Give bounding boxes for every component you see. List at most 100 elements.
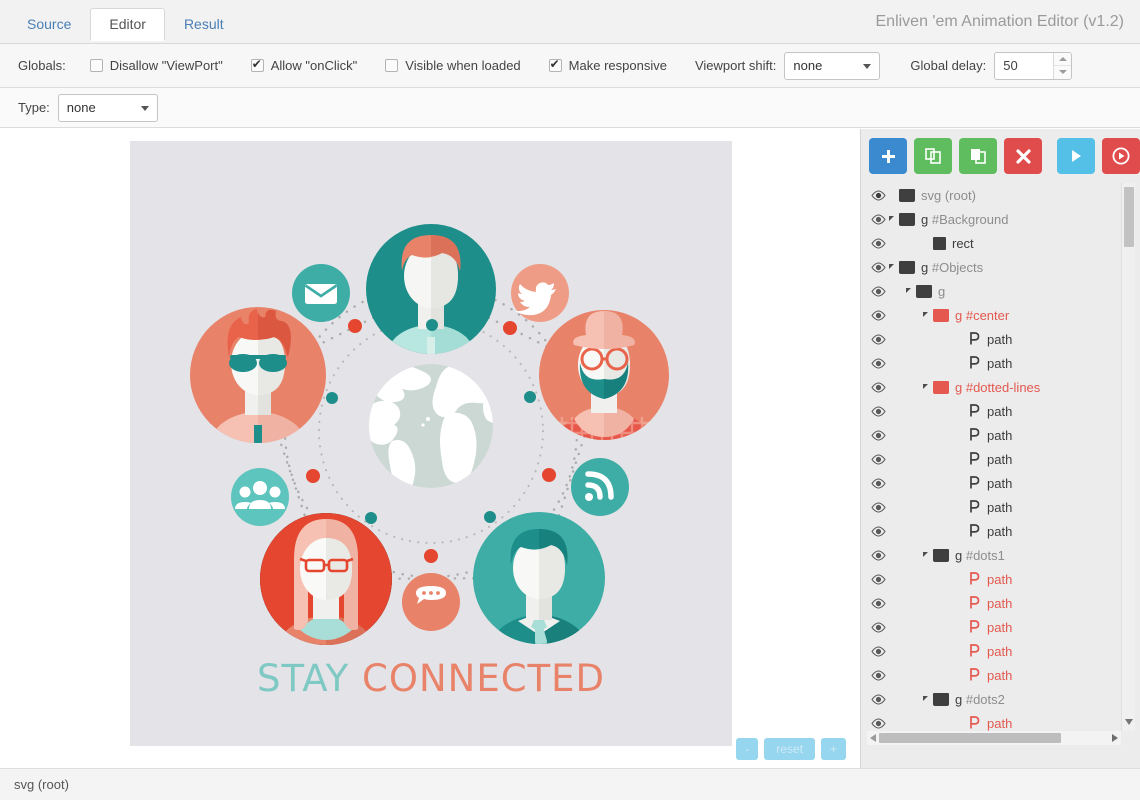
tree-row[interactable]: path — [867, 327, 1121, 351]
scrollbar-thumb[interactable] — [1124, 187, 1134, 247]
type-bar: Type: none — [0, 88, 1140, 128]
tree-row[interactable]: g #center — [867, 303, 1121, 327]
expand-collapse-icon[interactable] — [889, 216, 894, 221]
expand-collapse-icon[interactable] — [923, 696, 928, 701]
tree-row-list[interactable]: svg (root)g #Backgroundrectg #Objectsgg … — [867, 183, 1121, 731]
tree-row[interactable]: path — [867, 663, 1121, 687]
tree-row[interactable]: g #Objects — [867, 255, 1121, 279]
expand-collapse-icon[interactable] — [923, 552, 928, 557]
tab-result[interactable]: Result — [165, 8, 243, 40]
canvas-area[interactable]: STAY CONNECTED - reset + — [0, 129, 860, 768]
tree-row[interactable]: g #dots1 — [867, 543, 1121, 567]
tree-row[interactable]: path — [867, 591, 1121, 615]
tree-row[interactable]: path — [867, 351, 1121, 375]
checkbox-box[interactable] — [90, 59, 103, 72]
tree-row-label: path — [987, 404, 1012, 419]
tree-row[interactable]: path — [867, 447, 1121, 471]
eye-icon[interactable] — [867, 454, 889, 465]
tree-row[interactable]: path — [867, 495, 1121, 519]
eye-icon[interactable] — [867, 478, 889, 489]
zoom-out-button[interactable]: - — [736, 738, 758, 760]
eye-icon[interactable] — [867, 430, 889, 441]
checkbox-visible-when-loaded[interactable]: Visible when loaded — [385, 58, 520, 73]
tree-row-label: path — [987, 332, 1012, 347]
eye-icon[interactable] — [867, 262, 889, 273]
tree-row[interactable]: path — [867, 567, 1121, 591]
global-delay-value[interactable]: 50 — [995, 53, 1053, 79]
global-delay-stepper[interactable]: 50 — [994, 52, 1072, 80]
eye-icon[interactable] — [867, 238, 889, 249]
zoom-reset-button[interactable]: reset — [764, 738, 815, 760]
eye-icon[interactable] — [867, 334, 889, 345]
type-select[interactable]: none — [58, 94, 158, 122]
svg-artboard[interactable]: STAY CONNECTED — [130, 141, 732, 746]
path-shape-icon — [967, 716, 981, 731]
eye-icon[interactable] — [867, 670, 889, 681]
eye-icon[interactable] — [867, 718, 889, 729]
checkbox-make-responsive[interactable]: Make responsive — [549, 58, 667, 73]
spinner-down-button[interactable] — [1054, 66, 1071, 79]
eye-icon[interactable] — [867, 406, 889, 417]
arrow-right-icon[interactable] — [1112, 734, 1118, 742]
eye-icon[interactable] — [867, 622, 889, 633]
path-shape-icon — [967, 428, 981, 443]
viewport-shift-value: none — [793, 58, 822, 73]
tree-row[interactable]: path — [867, 471, 1121, 495]
checkbox-box[interactable] — [251, 59, 264, 72]
play-button[interactable] — [1057, 138, 1095, 174]
eye-icon[interactable] — [867, 382, 889, 393]
eye-icon[interactable] — [867, 358, 889, 369]
eye-icon[interactable] — [867, 694, 889, 705]
svg-tree-panel[interactable]: svg (root)g #Backgroundrectg #Objectsgg … — [867, 183, 1135, 745]
checkbox-disallow-viewport[interactable]: Disallow "ViewPort" — [90, 58, 223, 73]
zoom-in-button[interactable]: + — [821, 738, 846, 760]
tree-row-label: g #dots1 — [955, 548, 1005, 563]
tree-row[interactable]: path — [867, 399, 1121, 423]
checkbox-box[interactable] — [549, 59, 562, 72]
expand-collapse-icon[interactable] — [923, 384, 928, 389]
checkbox-box[interactable] — [385, 59, 398, 72]
spinner-up-button[interactable] — [1054, 53, 1071, 67]
scrollbar-track[interactable] — [879, 733, 1109, 743]
delete-button[interactable] — [1004, 138, 1042, 174]
tree-row-label: path — [987, 716, 1012, 731]
tree-row[interactable]: path — [867, 639, 1121, 663]
eye-icon[interactable] — [867, 310, 889, 321]
eye-icon[interactable] — [867, 502, 889, 513]
tree-row[interactable]: path — [867, 711, 1121, 731]
tree-row[interactable]: g #dots2 — [867, 687, 1121, 711]
eye-icon[interactable] — [867, 550, 889, 561]
tree-row[interactable]: path — [867, 615, 1121, 639]
paste-button[interactable] — [959, 138, 997, 174]
chevron-down-icon[interactable] — [1125, 719, 1133, 725]
tree-row[interactable]: g — [867, 279, 1121, 303]
arrow-left-icon[interactable] — [870, 734, 876, 742]
tree-vertical-scrollbar[interactable] — [1121, 183, 1135, 731]
tree-row[interactable]: rect — [867, 231, 1121, 255]
eye-icon[interactable] — [867, 598, 889, 609]
duplicate-button[interactable] — [914, 138, 952, 174]
checkbox-allow-onclick[interactable]: Allow "onClick" — [251, 58, 358, 73]
tree-row[interactable]: path — [867, 423, 1121, 447]
eye-icon[interactable] — [867, 190, 889, 201]
tree-row[interactable]: path — [867, 519, 1121, 543]
eye-icon[interactable] — [867, 574, 889, 585]
eye-icon[interactable] — [867, 646, 889, 657]
tree-row[interactable]: g #dotted-lines — [867, 375, 1121, 399]
spinner-buttons[interactable] — [1053, 53, 1071, 79]
eye-icon[interactable] — [867, 286, 889, 297]
expand-collapse-icon[interactable] — [889, 264, 894, 269]
eye-icon[interactable] — [867, 214, 889, 225]
expand-collapse-icon[interactable] — [923, 312, 928, 317]
tab-editor[interactable]: Editor — [90, 8, 165, 40]
scrollbar-thumb[interactable] — [879, 733, 1061, 743]
tree-horizontal-scrollbar[interactable] — [867, 731, 1121, 745]
eye-icon[interactable] — [867, 526, 889, 537]
record-play-button[interactable] — [1102, 138, 1140, 174]
tab-source[interactable]: Source — [8, 8, 90, 40]
expand-collapse-icon[interactable] — [906, 288, 911, 293]
tree-row[interactable]: g #Background — [867, 207, 1121, 231]
add-button[interactable] — [869, 138, 907, 174]
tree-row[interactable]: svg (root) — [867, 183, 1121, 207]
viewport-shift-select[interactable]: none — [784, 52, 880, 80]
